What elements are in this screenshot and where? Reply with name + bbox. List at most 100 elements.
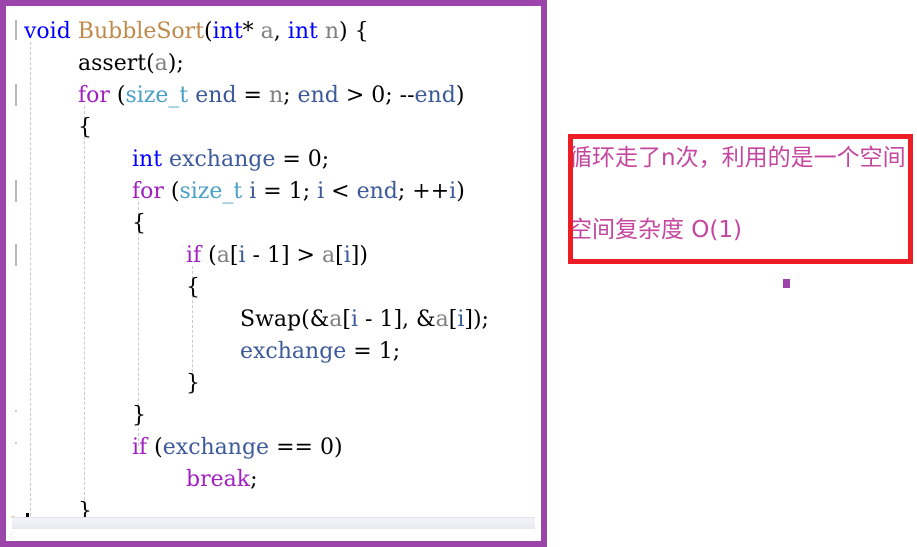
code-token: for bbox=[132, 179, 164, 204]
indent-guide bbox=[30, 42, 31, 526]
code-line[interactable]: for (size_t i = 1; i < end; ++i) bbox=[132, 176, 465, 208]
code-token: 1 bbox=[379, 307, 394, 332]
code-token: assert bbox=[78, 51, 147, 76]
code-line[interactable]: if (a[i - 1] > a[i]) bbox=[186, 240, 368, 272]
code-token: a bbox=[321, 243, 336, 268]
annotation-text-line-2: 空间复杂度 O(1) bbox=[569, 217, 742, 243]
code-token: BubbleSort bbox=[77, 19, 205, 44]
code-token: ( bbox=[147, 435, 163, 460]
code-token: for bbox=[78, 83, 110, 108]
code-token: } bbox=[132, 403, 146, 428]
code-token: 0 bbox=[371, 83, 386, 108]
code-token: < bbox=[324, 179, 357, 204]
code-token: Swap bbox=[240, 307, 302, 332]
gutter-dot bbox=[15, 442, 17, 444]
purple-marker-square bbox=[783, 279, 790, 288]
code-token: end bbox=[195, 83, 237, 108]
code-token: size_t bbox=[125, 83, 189, 108]
code-token: exchange bbox=[169, 147, 276, 172]
annotation-text-line-1: 循环走了n次，利用的是一个空间 bbox=[569, 145, 906, 171]
code-token: * bbox=[242, 19, 261, 44]
gutter-change-bar bbox=[15, 244, 17, 266]
code-token: = bbox=[236, 83, 269, 108]
code-line[interactable]: exchange = 1; bbox=[240, 336, 400, 368]
code-token: ; bbox=[392, 339, 401, 364]
code-token: int bbox=[287, 19, 318, 44]
code-token: ] > bbox=[280, 243, 322, 268]
code-line[interactable]: } bbox=[186, 368, 200, 400]
code-token: 1 bbox=[288, 179, 303, 204]
code-line[interactable]: if (exchange == 0) bbox=[132, 432, 343, 464]
code-token: ; bbox=[321, 147, 330, 172]
code-line[interactable]: break; bbox=[186, 464, 258, 496]
code-token: n bbox=[268, 83, 284, 108]
code-token: i bbox=[238, 243, 246, 268]
code-token: if bbox=[186, 243, 202, 268]
code-token: ( bbox=[204, 19, 213, 44]
code-token: size_t bbox=[179, 179, 243, 204]
code-token: end bbox=[297, 83, 339, 108]
code-token: ( bbox=[146, 51, 155, 76]
code-line[interactable]: int exchange = 0; bbox=[132, 144, 329, 176]
code-token: 0 bbox=[307, 147, 322, 172]
code-line[interactable]: { bbox=[132, 208, 146, 240]
code-line[interactable]: Swap(&a[i - 1], &a[i]); bbox=[240, 304, 489, 336]
code-surface[interactable]: void BubbleSort(int* a, int n) {assert(a… bbox=[20, 6, 541, 541]
code-token: ( bbox=[163, 179, 180, 204]
code-line[interactable]: assert(a); bbox=[78, 48, 184, 80]
code-token: int bbox=[212, 19, 243, 44]
code-token: { bbox=[78, 115, 92, 140]
indent-guide bbox=[84, 106, 85, 510]
code-token: a bbox=[216, 243, 230, 268]
code-token: ) bbox=[455, 83, 465, 108]
code-token: [ bbox=[335, 243, 344, 268]
scrollbar-track[interactable] bbox=[12, 517, 535, 529]
code-editor-panel[interactable]: void BubbleSort(int* a, int n) {assert(a… bbox=[0, 0, 547, 547]
horizontal-scrollbar[interactable] bbox=[12, 517, 535, 535]
editor-gutter bbox=[6, 6, 20, 541]
code-token: ( bbox=[201, 243, 217, 268]
code-token: a bbox=[435, 307, 449, 332]
code-token: int bbox=[132, 147, 163, 172]
code-token: == bbox=[269, 435, 320, 460]
annotation-callout-box: 循环走了n次，利用的是一个空间 空间复杂度 O(1) bbox=[568, 134, 913, 264]
code-token: 1 bbox=[378, 339, 393, 364]
gutter-dot bbox=[15, 410, 17, 412]
code-line[interactable]: { bbox=[186, 272, 200, 304]
code-token: a bbox=[260, 19, 274, 44]
code-token: = bbox=[346, 339, 379, 364]
code-token: ) bbox=[333, 435, 343, 460]
code-token: exchange bbox=[240, 339, 347, 364]
code-token: exchange bbox=[162, 435, 270, 460]
code-line[interactable]: { bbox=[78, 112, 92, 144]
code-token: ; bbox=[250, 467, 258, 492]
code-token: > bbox=[338, 83, 372, 108]
code-token: ; ++ bbox=[397, 179, 450, 204]
code-token: ; bbox=[302, 179, 318, 204]
code-token: ( bbox=[109, 83, 126, 108]
scrollbar-thumb[interactable] bbox=[12, 518, 535, 529]
code-token: ]) bbox=[350, 243, 368, 268]
code-token: if bbox=[132, 435, 148, 460]
code-token: i bbox=[343, 243, 351, 268]
code-token: end bbox=[414, 83, 456, 108]
code-token: i bbox=[351, 307, 359, 332]
code-token: ) bbox=[456, 179, 465, 204]
code-line[interactable]: } bbox=[132, 400, 146, 432]
code-token: a bbox=[329, 307, 343, 332]
gutter-change-bar bbox=[15, 180, 17, 202]
code-token: ; bbox=[283, 83, 298, 108]
code-token: ; -- bbox=[385, 83, 415, 108]
code-line[interactable]: void BubbleSort(int* a, int n) { bbox=[24, 16, 369, 48]
code-token: break bbox=[186, 467, 251, 492]
code-line[interactable]: for (size_t end = n; end > 0; --end) bbox=[78, 80, 464, 112]
code-token: [ bbox=[342, 307, 351, 332]
code-token: 0 bbox=[319, 435, 334, 460]
gutter-change-bar bbox=[15, 20, 17, 40]
code-token: ], & bbox=[393, 307, 436, 332]
code-token: void bbox=[24, 19, 71, 44]
code-token: n bbox=[324, 19, 340, 44]
